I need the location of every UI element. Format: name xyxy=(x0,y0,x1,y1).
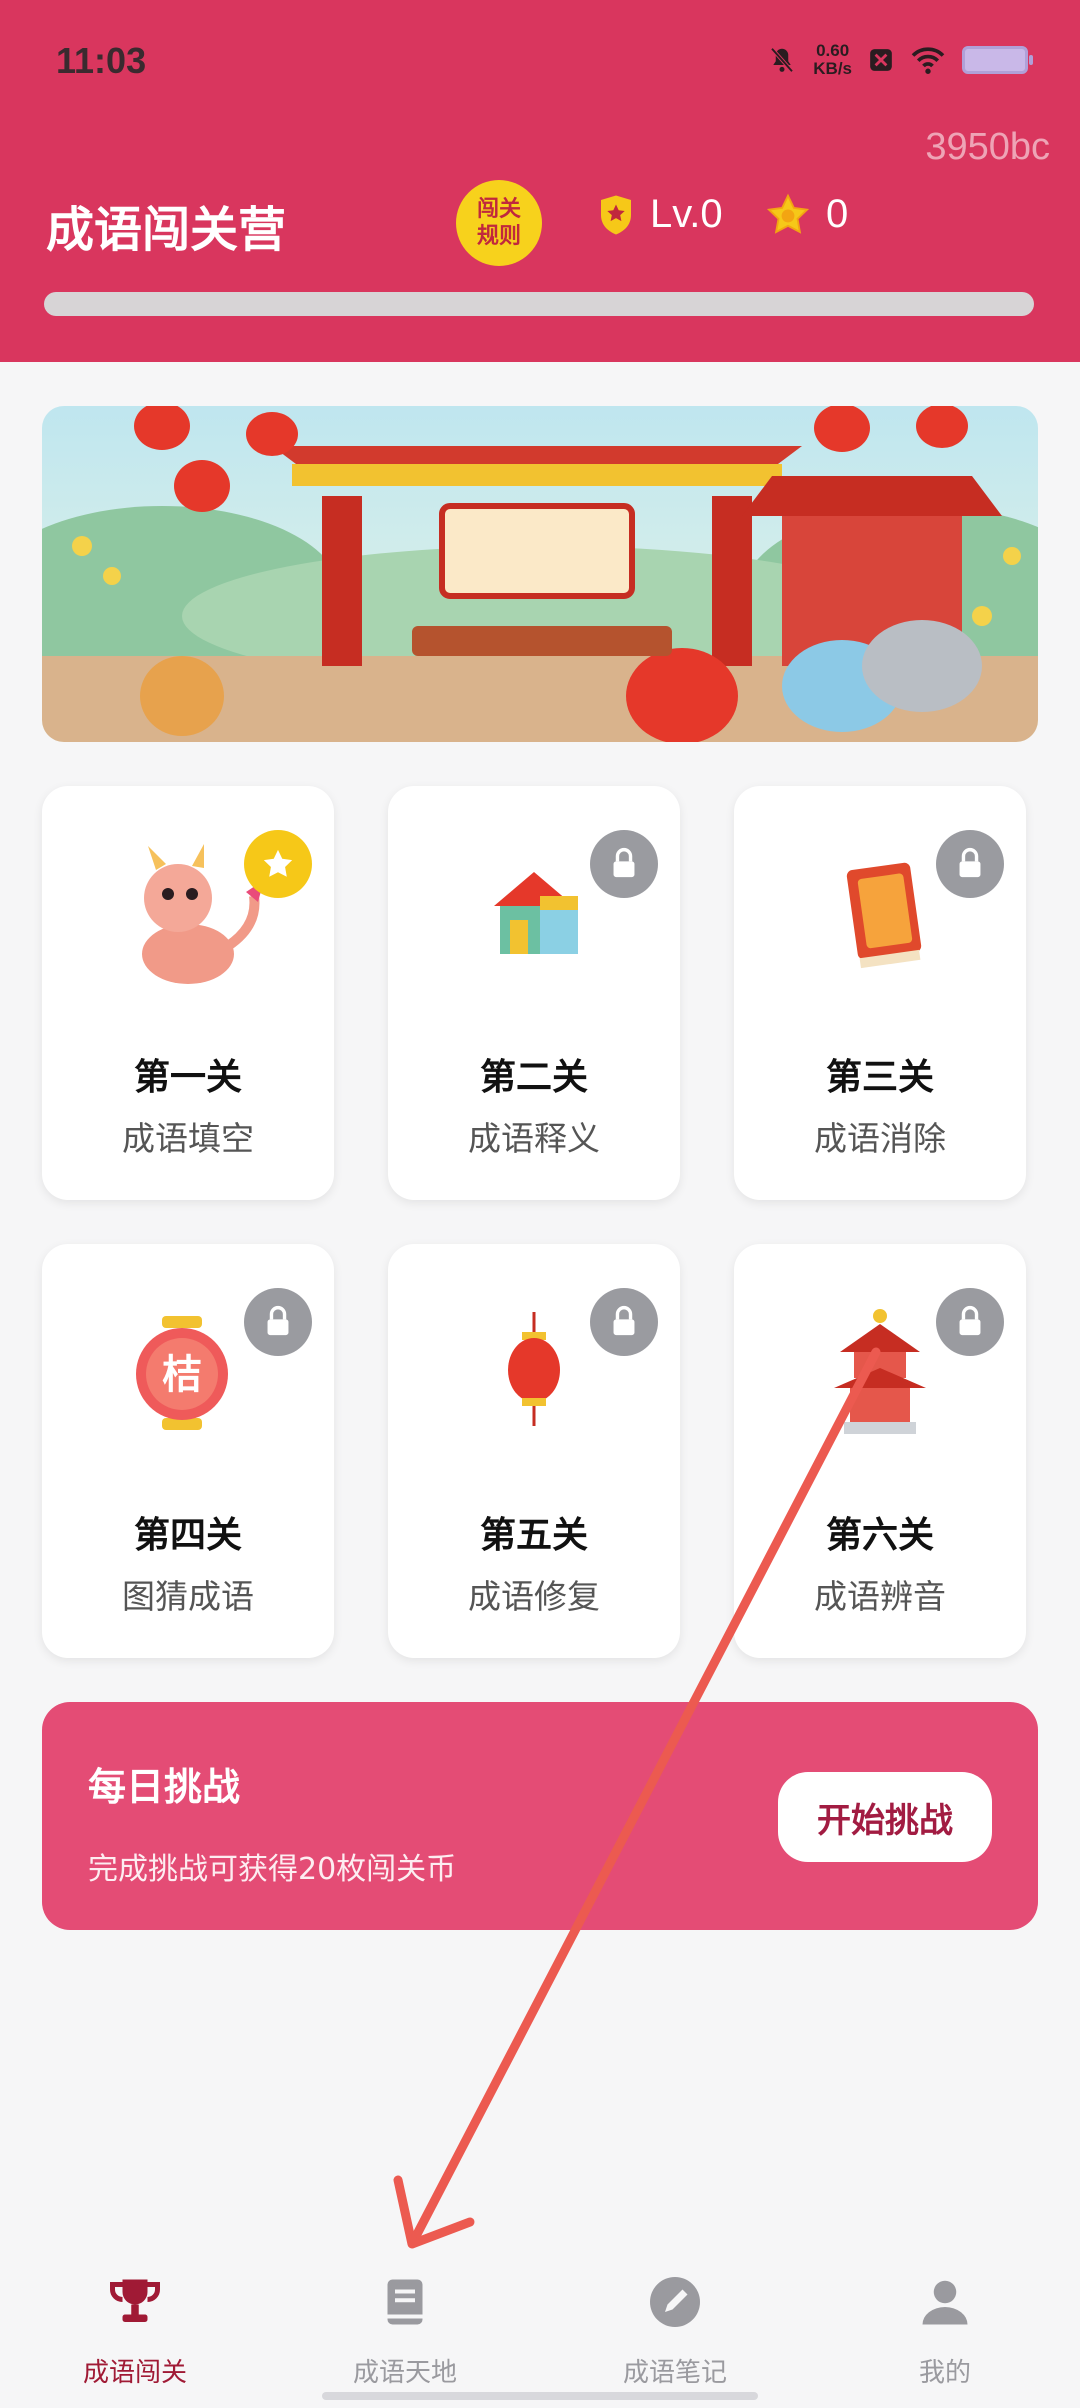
tab-label: 成语笔记 xyxy=(622,2358,727,2388)
tab-me[interactable]: 我的 xyxy=(810,2272,1080,2389)
battery-icon xyxy=(962,46,1033,74)
pencil-icon xyxy=(650,2277,700,2327)
lock-icon xyxy=(936,1288,1004,1356)
level-title: 第三关 xyxy=(825,1057,934,1098)
net-speed: 0.60 KB/s xyxy=(813,41,852,78)
daily-challenge-title: 每日挑战 xyxy=(88,1765,241,1809)
level-subtitle: 成语辨音 xyxy=(814,1577,946,1616)
status-time: 11:03 xyxy=(56,40,147,81)
tab-idiom-notes[interactable]: 成语笔记 xyxy=(540,2272,810,2389)
level-card-1[interactable]: 第一关 成语填空 xyxy=(42,786,334,1200)
rules-label-line2: 规则 xyxy=(476,224,521,249)
app-header: 11:03 0.60 KB/s 3950bc 成语闯关营 闯关 规则 Lv.0 … xyxy=(0,0,1080,362)
wifi-icon xyxy=(911,47,945,74)
page-title: 成语闯关营 xyxy=(46,202,287,258)
level-card-3[interactable]: 第三关 成语消除 xyxy=(734,786,1026,1200)
trophy-icon xyxy=(110,2279,160,2322)
tab-idiom-challenge[interactable]: 成语闯关 xyxy=(0,2272,270,2389)
lock-icon xyxy=(936,830,1004,898)
rules-label-line1: 闯关 xyxy=(476,197,521,222)
lock-icon xyxy=(590,830,658,898)
coin-value: 0 xyxy=(826,192,849,236)
tab-label: 我的 xyxy=(918,2358,971,2388)
person-icon xyxy=(922,2280,968,2325)
level-title: 第二关 xyxy=(479,1057,588,1098)
level-card-5[interactable]: 第五关 成语修复 xyxy=(388,1244,680,1658)
level-subtitle: 成语填空 xyxy=(122,1119,254,1158)
lock-icon xyxy=(244,1288,312,1356)
daily-challenge-card: 每日挑战 完成挑战可获得20枚闯关币 开始挑战 xyxy=(42,1702,1038,1930)
app-notification-icon xyxy=(870,49,892,71)
level-subtitle: 成语消除 xyxy=(814,1119,946,1158)
level-shield-icon xyxy=(601,195,631,234)
tab-idiom-world[interactable]: 成语天地 xyxy=(270,2272,540,2389)
level-progress-bar xyxy=(44,292,1034,316)
level-title: 第五关 xyxy=(479,1515,588,1556)
level-subtitle: 图猜成语 xyxy=(122,1577,254,1616)
lock-icon xyxy=(590,1288,658,1356)
status-icons: 0.60 KB/s xyxy=(767,41,1033,78)
bottom-tab-bar: 成语闯关 成语天地 成语笔记 我的 xyxy=(0,2236,1080,2408)
level-title: 第四关 xyxy=(133,1515,242,1556)
banner-image xyxy=(42,406,1038,742)
level-subtitle: 成语释义 xyxy=(468,1119,600,1158)
book-icon xyxy=(387,2279,423,2325)
daily-challenge-description: 完成挑战可获得20枚闯关币 xyxy=(88,1852,457,1887)
level-value: Lv.0 xyxy=(650,192,723,236)
level-card-2[interactable]: 第二关 成语释义 xyxy=(388,786,680,1200)
level-card-6[interactable]: 第六关 成语辨音 xyxy=(734,1244,1026,1658)
home-indicator xyxy=(322,2392,758,2400)
tab-label: 成语天地 xyxy=(352,2358,457,2388)
level-subtitle: 成语修复 xyxy=(468,1577,600,1616)
watermark: 3950bc xyxy=(925,126,1050,168)
unlocked-star-icon xyxy=(244,830,312,898)
tab-label: 成语闯关 xyxy=(82,2358,187,2388)
level-title: 第六关 xyxy=(825,1515,934,1556)
star-coin-icon xyxy=(766,193,810,234)
coin-counter: 0 xyxy=(766,192,848,237)
svg-text:桔: 桔 xyxy=(162,1352,202,1398)
rules-button[interactable]: 闯关 规则 xyxy=(456,180,542,266)
mute-bell-icon xyxy=(770,47,794,73)
level-card-4[interactable]: 桔 第四关 图猜成语 xyxy=(42,1244,334,1658)
start-challenge-button[interactable]: 开始挑战 xyxy=(778,1772,992,1862)
level-indicator: Lv.0 xyxy=(598,192,723,237)
level-title: 第一关 xyxy=(133,1057,242,1098)
